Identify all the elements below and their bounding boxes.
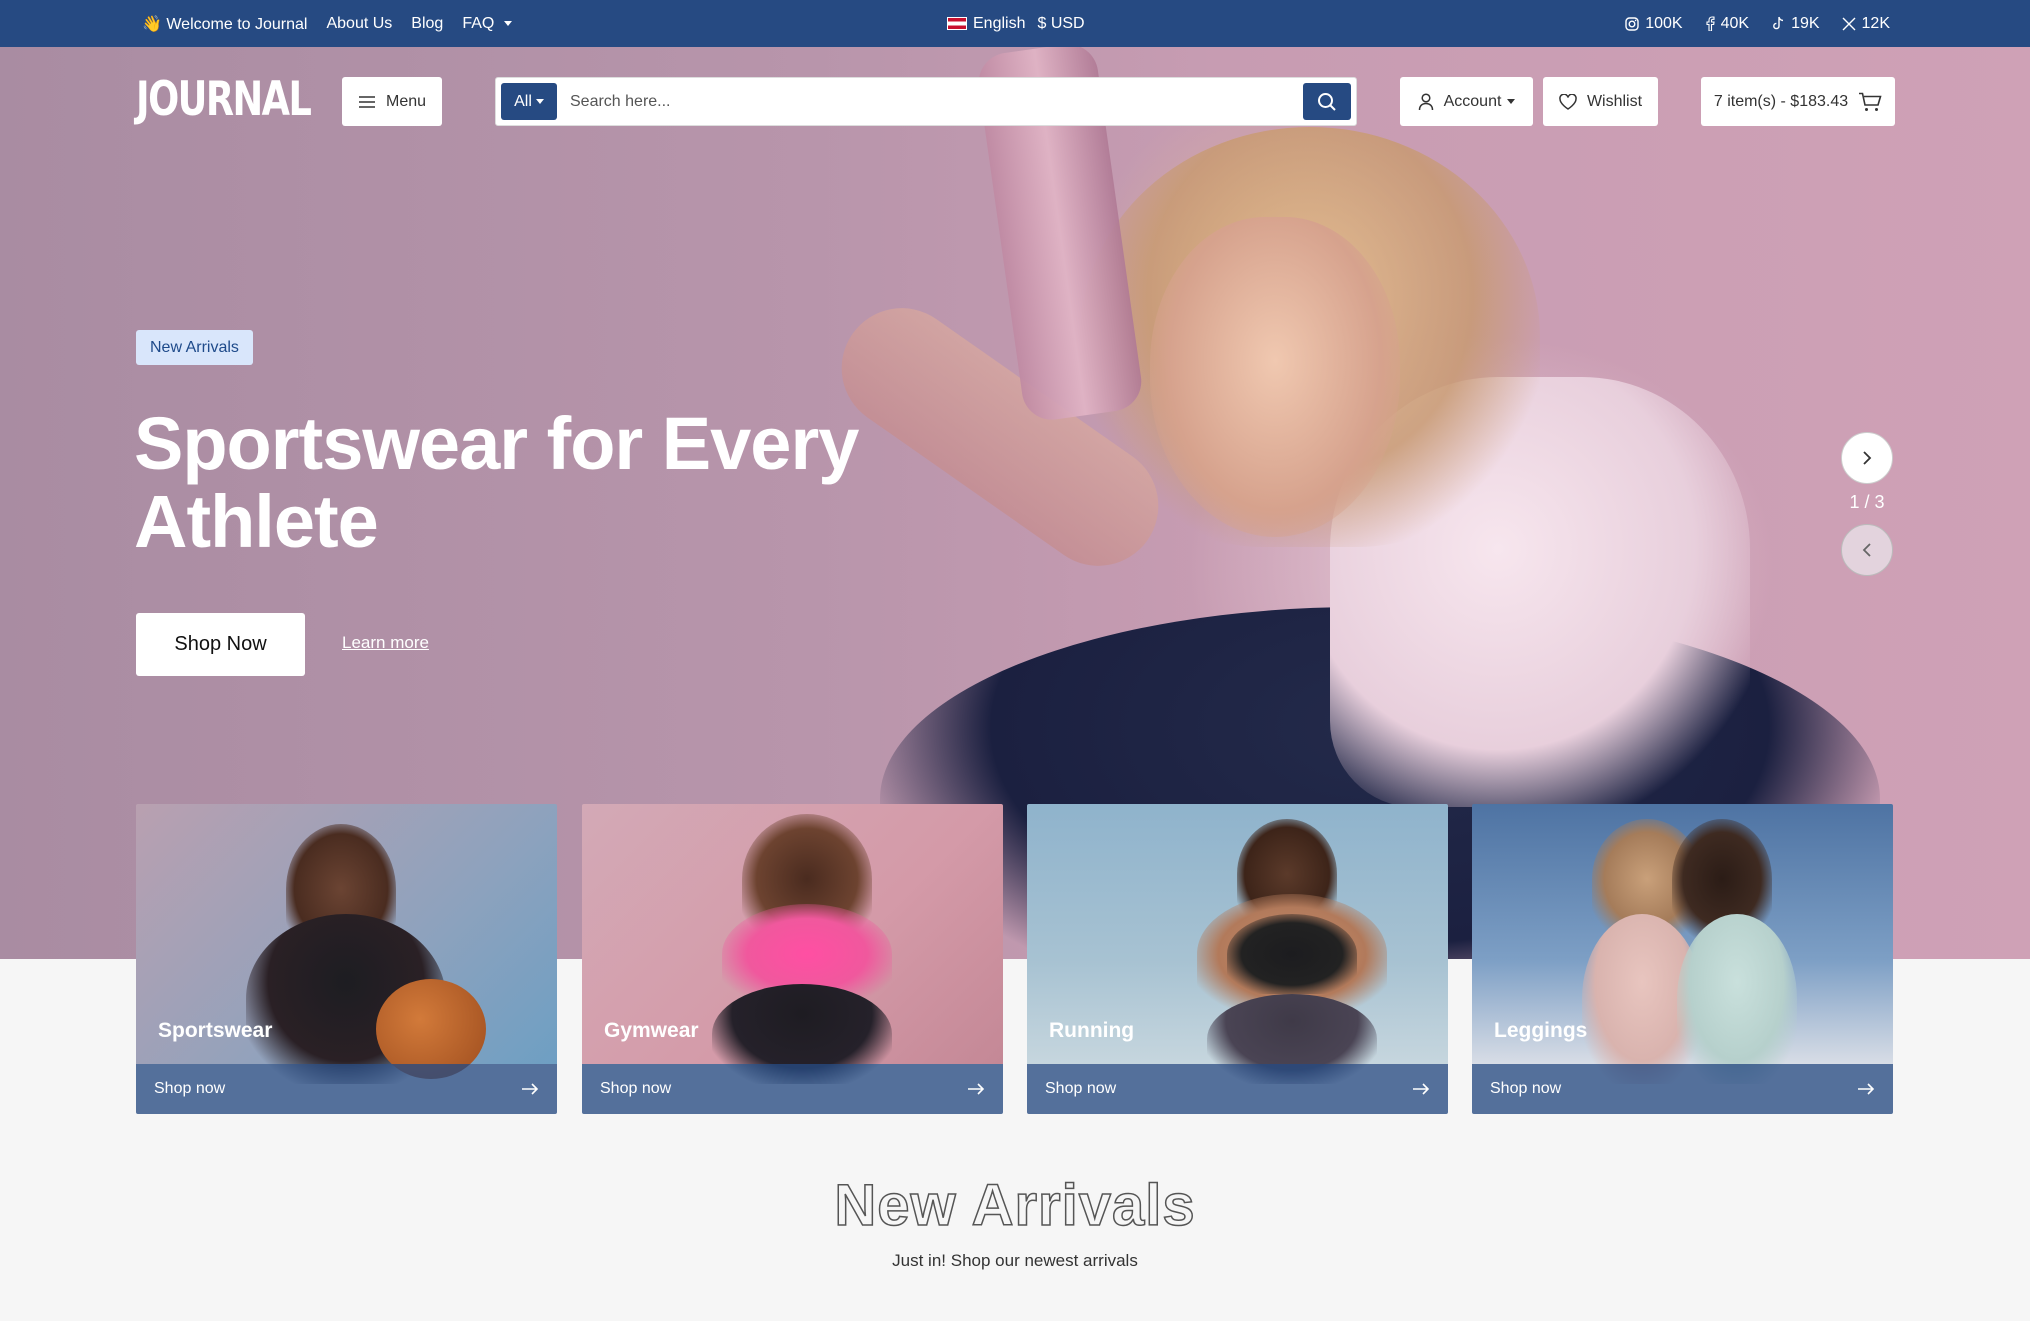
shop-now-label: Shop now xyxy=(600,1080,672,1097)
top-bar: 👋 Welcome to Journal About Us Blog FAQ E… xyxy=(0,0,2030,47)
faq-dropdown[interactable]: FAQ xyxy=(462,14,513,33)
tiktok-link[interactable]: 19K xyxy=(1771,14,1820,33)
arrow-right-icon xyxy=(522,1083,539,1095)
facebook-count: 40K xyxy=(1720,14,1750,32)
heart-icon xyxy=(1559,93,1577,110)
tiktok-count: 19K xyxy=(1791,14,1820,32)
language-selector[interactable]: English xyxy=(947,15,1025,33)
chevron-down-icon xyxy=(535,99,544,104)
search-icon xyxy=(1318,92,1336,111)
chevron-down-icon xyxy=(1507,99,1516,104)
wishlist-button[interactable]: Wishlist xyxy=(1543,77,1658,126)
hero-image-face xyxy=(1150,217,1400,537)
chevron-left-icon xyxy=(1862,543,1871,557)
category-card-leggings[interactable]: Leggings Shop now xyxy=(1472,804,1893,1114)
new-arrivals-badge: New Arrivals xyxy=(136,330,253,365)
search-input[interactable] xyxy=(570,86,1270,118)
shop-now-label: Shop now xyxy=(154,1080,226,1097)
faq-label: FAQ xyxy=(462,14,495,32)
arrow-right-icon xyxy=(1858,1083,1875,1095)
user-icon xyxy=(1418,92,1433,110)
cart-icon xyxy=(1859,92,1882,111)
section-subtitle: Just in! Shop our newest arrivals xyxy=(892,1251,1138,1270)
section-title: New Arrivals xyxy=(834,1172,1196,1239)
category-title: Gymwear xyxy=(604,1019,699,1042)
welcome-text: 👋 Welcome to Journal xyxy=(142,15,308,33)
blog-link[interactable]: Blog xyxy=(411,15,443,33)
slider-next-button[interactable] xyxy=(1841,432,1893,484)
currency-selector[interactable]: $ USD xyxy=(1037,15,1084,33)
logo[interactable]: JOURNAL xyxy=(136,74,312,126)
chevron-down-icon xyxy=(504,21,513,26)
search-button[interactable] xyxy=(1303,83,1351,120)
cart-button[interactable]: 7 item(s) - $183.43 xyxy=(1701,77,1895,126)
search-category-label: All xyxy=(514,92,532,110)
instagram-link[interactable]: 100K xyxy=(1625,14,1683,33)
chevron-right-icon xyxy=(1863,451,1872,465)
search-category-select[interactable]: All xyxy=(501,83,557,120)
category-card-gymwear[interactable]: Gymwear Shop now xyxy=(582,804,1003,1114)
category-title: Sportswear xyxy=(158,1019,273,1042)
tiktok-icon xyxy=(1773,16,1784,30)
arrow-right-icon xyxy=(968,1083,985,1095)
x-count: 12K xyxy=(1861,14,1890,32)
category-card-running[interactable]: Running Shop now xyxy=(1027,804,1448,1114)
search-bar: All xyxy=(495,77,1357,126)
slider-prev-button[interactable] xyxy=(1841,524,1893,576)
account-button[interactable]: Account xyxy=(1400,77,1533,126)
learn-more-link[interactable]: Learn more xyxy=(342,633,429,653)
instagram-icon xyxy=(1625,16,1639,31)
slide-counter: 1 / 3 xyxy=(1849,492,1885,512)
shop-now-bar[interactable]: Shop now xyxy=(1027,1064,1448,1114)
category-card-sportswear[interactable]: Sportswear Shop now xyxy=(136,804,557,1114)
facebook-icon xyxy=(1706,16,1715,31)
facebook-link[interactable]: 40K xyxy=(1705,15,1749,33)
hamburger-icon xyxy=(358,95,375,108)
cart-summary: 7 item(s) - $183.43 xyxy=(1713,92,1849,110)
shop-now-bar[interactable]: Shop now xyxy=(1472,1064,1893,1114)
shop-now-label: Shop now xyxy=(1045,1080,1117,1097)
x-link[interactable]: 12K xyxy=(1842,15,1890,33)
wishlist-label: Wishlist xyxy=(1586,92,1643,110)
arrow-right-icon xyxy=(1413,1083,1430,1095)
shop-now-button[interactable]: Shop Now xyxy=(136,613,305,676)
category-title: Running xyxy=(1049,1019,1135,1042)
shop-now-bar[interactable]: Shop now xyxy=(136,1064,557,1114)
language-label: English xyxy=(973,14,1026,32)
about-us-link[interactable]: About Us xyxy=(326,15,392,33)
menu-label: Menu xyxy=(385,92,427,110)
shop-now-label: Shop now xyxy=(1490,1080,1562,1097)
x-icon xyxy=(1842,17,1856,30)
category-title: Leggings xyxy=(1494,1019,1588,1042)
instagram-count: 100K xyxy=(1645,14,1683,32)
shop-now-bar[interactable]: Shop now xyxy=(582,1064,1003,1114)
flag-icon xyxy=(947,17,967,30)
account-label: Account xyxy=(1443,92,1502,110)
hero-title: Sportswear for Every Athlete xyxy=(134,402,859,563)
menu-button[interactable]: Menu xyxy=(342,77,442,126)
